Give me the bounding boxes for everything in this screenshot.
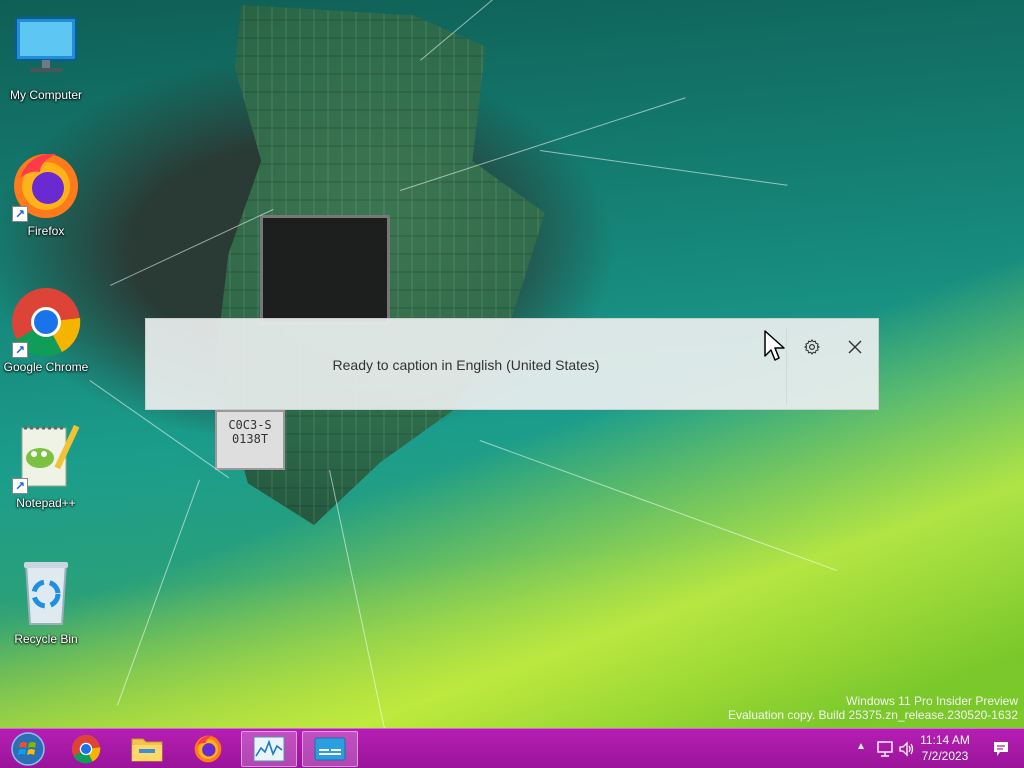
desktop-icon-label: Firefox bbox=[27, 224, 65, 238]
start-button[interactable] bbox=[0, 731, 56, 767]
glass-crack bbox=[116, 479, 200, 706]
clock-date: 7/2/2023 bbox=[921, 749, 969, 763]
desktop-icon-label: My Computer bbox=[9, 88, 83, 102]
taskbar: ▲ 11:14 AM 7/2/2023 bbox=[0, 728, 1024, 768]
glass-crack bbox=[539, 150, 788, 186]
caption-status-text: Ready to caption in English (United Stat… bbox=[332, 357, 600, 373]
chrome-icon: ↗ bbox=[10, 284, 82, 358]
system-tray: ▲ 11:14 AM 7/2/2023 bbox=[844, 729, 1024, 768]
windows-watermark: Windows 11 Pro Insider Preview Evaluatio… bbox=[728, 694, 1018, 722]
show-hidden-icons-chevron-icon[interactable]: ▲ bbox=[856, 741, 866, 752]
caption-close-button[interactable] bbox=[837, 329, 873, 365]
mouse-cursor-icon bbox=[764, 330, 785, 361]
taskbar-firefox-button[interactable] bbox=[180, 731, 236, 767]
desktop-icon-label: Notepad++ bbox=[16, 496, 76, 510]
windows-start-icon bbox=[11, 732, 45, 766]
wallpaper-chip bbox=[260, 215, 390, 325]
taskbar-task-manager-button[interactable] bbox=[241, 731, 297, 767]
shortcut-arrow-icon: ↗ bbox=[12, 342, 28, 358]
firefox-icon bbox=[194, 735, 222, 763]
chrome-icon bbox=[71, 734, 101, 764]
recycle-bin-icon bbox=[10, 556, 82, 628]
taskbar-chrome-button[interactable] bbox=[58, 731, 114, 767]
taskbar-file-explorer-button[interactable] bbox=[119, 731, 175, 767]
network-icon[interactable] bbox=[876, 740, 894, 758]
firefox-icon: ↗ bbox=[10, 148, 82, 222]
notification-center-icon[interactable] bbox=[992, 740, 1010, 758]
desktop-icon-recycle-bin[interactable]: Recycle Bin bbox=[0, 556, 92, 646]
desktop-icon-label: Google Chrome bbox=[3, 360, 89, 374]
taskbar-live-captions-button[interactable] bbox=[302, 731, 358, 767]
desktop-icon-my-computer[interactable]: My Computer bbox=[0, 12, 92, 102]
caption-divider bbox=[786, 327, 787, 405]
gear-icon bbox=[804, 339, 820, 355]
desktop-icon-notepadpp[interactable]: ↗ Notepad++ bbox=[0, 420, 92, 510]
glass-crack bbox=[479, 440, 838, 571]
desktop-icon-label: Recycle Bin bbox=[14, 632, 78, 646]
caption-settings-button[interactable] bbox=[794, 329, 830, 365]
shortcut-arrow-icon: ↗ bbox=[12, 206, 28, 222]
taskbar-clock[interactable]: 11:14 AM 7/2/2023 bbox=[910, 732, 980, 764]
monitor-icon bbox=[10, 12, 82, 84]
glass-crack bbox=[329, 470, 391, 754]
wallpaper-chip-label: C0C3-S 0138T bbox=[215, 410, 285, 470]
watermark-line2: Evaluation copy. Build 25375.zn_release.… bbox=[728, 708, 1018, 722]
performance-chart-icon bbox=[253, 736, 285, 762]
folder-icon bbox=[131, 738, 163, 762]
captions-icon bbox=[314, 737, 346, 761]
clock-time: 11:14 AM bbox=[920, 733, 970, 747]
shortcut-arrow-icon: ↗ bbox=[12, 478, 28, 494]
watermark-line1: Windows 11 Pro Insider Preview bbox=[846, 694, 1018, 708]
chip-marking-text: C0C3-S 0138T bbox=[228, 418, 272, 446]
desktop-icon-google-chrome[interactable]: ↗ Google Chrome bbox=[0, 284, 92, 374]
desktop-icon-firefox[interactable]: ↗ Firefox bbox=[0, 148, 92, 238]
notepadpp-icon: ↗ bbox=[10, 420, 82, 494]
close-icon bbox=[848, 340, 862, 354]
